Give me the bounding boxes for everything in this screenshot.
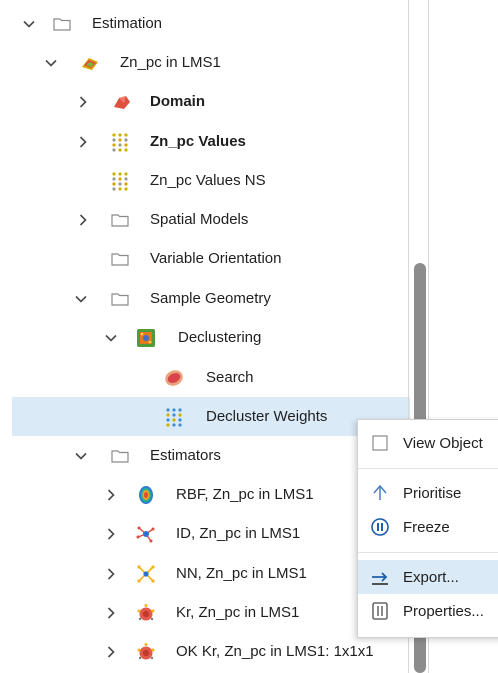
tree-item-label: OK Kr, Zn_pc in LMS1: 1x1x1 bbox=[176, 643, 374, 660]
folder-icon bbox=[110, 249, 130, 269]
folder-icon bbox=[110, 446, 130, 466]
menu-item-label: Export... bbox=[403, 568, 459, 586]
nn-estimator-icon bbox=[136, 564, 156, 584]
menu-item-view-object[interactable]: View Object bbox=[358, 426, 498, 460]
tree-item-label: NN, Zn_pc in LMS1 bbox=[176, 565, 307, 582]
menu-item-label: View Object bbox=[403, 434, 483, 452]
tree-item-label: Estimators bbox=[150, 447, 221, 464]
checkbox-icon[interactable] bbox=[370, 433, 390, 453]
tree-item-rbf[interactable]: RBF, Zn_pc in LMS1 bbox=[0, 475, 410, 514]
point-values-icon bbox=[110, 171, 130, 191]
kriging-estimator-icon bbox=[136, 642, 156, 662]
chevron-right-icon[interactable] bbox=[104, 567, 118, 581]
menu-separator bbox=[358, 468, 498, 469]
folder-icon bbox=[110, 210, 130, 230]
menu-item-prioritise[interactable]: Prioritise bbox=[358, 476, 498, 510]
tree-item-estimation[interactable]: Estimation bbox=[0, 4, 410, 43]
menu-item-properties[interactable]: Properties... bbox=[358, 594, 498, 628]
chevron-right-icon[interactable] bbox=[76, 135, 90, 149]
arrow-up-icon bbox=[370, 483, 390, 503]
tree-item-variable-orientation[interactable]: Variable Orientation bbox=[0, 239, 410, 278]
menu-separator bbox=[358, 552, 498, 553]
tree-item-zn-pc[interactable]: Zn_pc in LMS1 bbox=[0, 43, 410, 82]
chevron-right-icon[interactable] bbox=[76, 213, 90, 227]
domain-icon bbox=[112, 92, 132, 112]
context-menu: View Object Prioritise Freeze Export... … bbox=[357, 419, 498, 638]
chevron-right-icon[interactable] bbox=[76, 95, 90, 109]
tree-item-label: Spatial Models bbox=[150, 211, 249, 228]
tree-item-label: Variable Orientation bbox=[150, 250, 282, 267]
tree-item-ok-kr[interactable]: OK Kr, Zn_pc in LMS1: 1x1x1 bbox=[0, 632, 410, 671]
tree-item-spatial-models[interactable]: Spatial Models bbox=[0, 200, 410, 239]
search-ellipsoid-icon bbox=[164, 368, 184, 388]
chevron-right-icon[interactable] bbox=[104, 488, 118, 502]
tree-item-zn-pc-values-ns[interactable]: Zn_pc Values NS bbox=[0, 161, 410, 200]
tree-item-label: Kr, Zn_pc in LMS1 bbox=[176, 604, 300, 621]
chevron-down-icon[interactable] bbox=[44, 56, 58, 70]
tree-item-sample-geometry[interactable]: Sample Geometry bbox=[0, 279, 410, 318]
folder-icon bbox=[110, 289, 130, 309]
tree-item-label: ID, Zn_pc in LMS1 bbox=[176, 525, 301, 542]
tree-item-decluster-weights[interactable]: Decluster Weights bbox=[12, 397, 410, 436]
tree-item-domain[interactable]: Domain bbox=[0, 82, 410, 121]
tree-item-nn[interactable]: NN, Zn_pc in LMS1 bbox=[0, 554, 410, 593]
chevron-right-icon[interactable] bbox=[104, 606, 118, 620]
tree-item-label: Zn_pc Values NS bbox=[150, 172, 266, 189]
domained-estimation-icon bbox=[80, 53, 100, 73]
point-values-icon bbox=[164, 407, 184, 427]
declustering-icon bbox=[136, 328, 156, 348]
pause-circle-icon bbox=[370, 517, 390, 537]
id-estimator-icon bbox=[136, 524, 156, 544]
rbf-estimator-icon bbox=[136, 485, 156, 505]
folder-icon bbox=[52, 14, 72, 34]
tree-item-label: Declustering bbox=[178, 329, 262, 346]
tree-item-estimators[interactable]: Estimators bbox=[0, 436, 410, 475]
chevron-down-icon[interactable] bbox=[74, 292, 88, 306]
menu-item-label: Properties... bbox=[403, 602, 484, 620]
menu-item-label: Freeze bbox=[403, 518, 450, 536]
tree-item-id[interactable]: ID, Zn_pc in LMS1 bbox=[0, 514, 410, 553]
tree-item-label: Sample Geometry bbox=[150, 290, 271, 307]
menu-item-label: Prioritise bbox=[403, 484, 462, 502]
tree-item-label: Decluster Weights bbox=[206, 408, 328, 425]
tree-item-label: Estimation bbox=[92, 15, 163, 32]
tree-item-search[interactable]: Search bbox=[0, 358, 410, 397]
tree-item-label: RBF, Zn_pc in LMS1 bbox=[176, 486, 314, 503]
menu-item-export[interactable]: Export... bbox=[358, 560, 498, 594]
chevron-down-icon[interactable] bbox=[104, 331, 118, 345]
tree-item-label: Zn_pc Values bbox=[150, 133, 246, 150]
point-values-icon bbox=[110, 132, 130, 152]
kriging-estimator-icon bbox=[136, 603, 156, 623]
tree-item-label: Domain bbox=[150, 93, 206, 110]
chevron-down-icon[interactable] bbox=[22, 17, 36, 31]
export-icon bbox=[370, 567, 390, 587]
tree-item-label: Search bbox=[206, 369, 254, 386]
tree-item-declustering[interactable]: Declustering bbox=[0, 318, 410, 357]
project-tree: Estimation Zn_pc in LMS1 Domain Zn_pc Va… bbox=[0, 0, 410, 673]
chevron-down-icon[interactable] bbox=[74, 449, 88, 463]
tree-item-kr[interactable]: Kr, Zn_pc in LMS1 bbox=[0, 593, 410, 632]
tree-item-zn-pc-values[interactable]: Zn_pc Values bbox=[0, 122, 410, 161]
menu-item-freeze[interactable]: Freeze bbox=[358, 510, 498, 544]
chevron-right-icon[interactable] bbox=[104, 527, 118, 541]
properties-icon bbox=[370, 601, 390, 621]
chevron-right-icon[interactable] bbox=[104, 645, 118, 659]
tree-item-label: Zn_pc in LMS1 bbox=[120, 54, 221, 71]
